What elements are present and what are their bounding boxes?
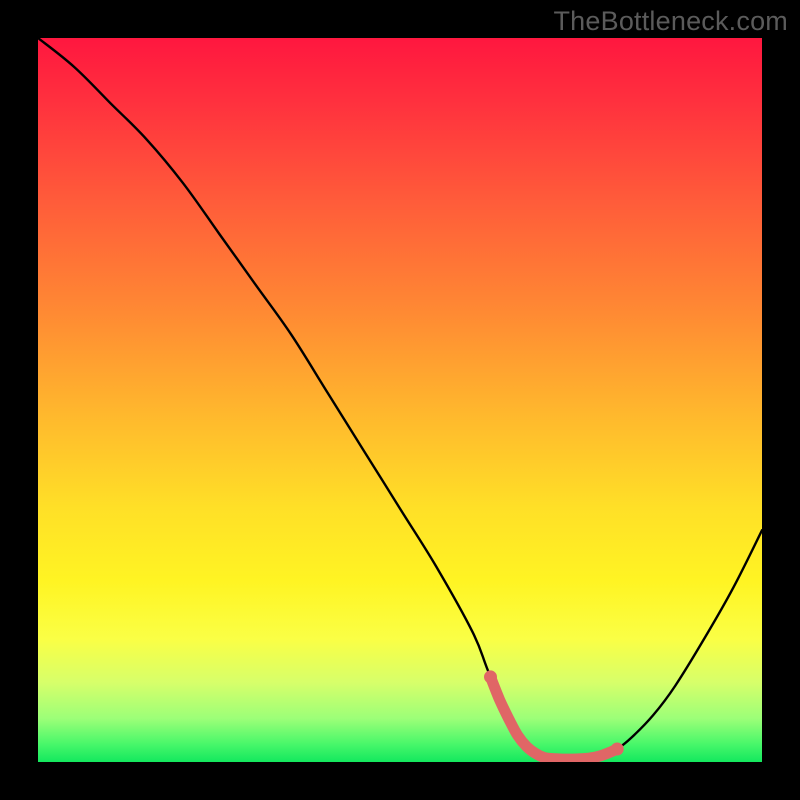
bottleneck-curve xyxy=(38,38,762,759)
plot-area xyxy=(38,38,762,762)
optimal-range-highlight xyxy=(491,677,618,759)
highlight-start-dot xyxy=(484,670,497,683)
watermark-text: TheBottleneck.com xyxy=(553,6,788,37)
curve-layer xyxy=(38,38,762,762)
highlight-end-dot xyxy=(611,742,624,755)
chart-frame: TheBottleneck.com xyxy=(0,0,800,800)
